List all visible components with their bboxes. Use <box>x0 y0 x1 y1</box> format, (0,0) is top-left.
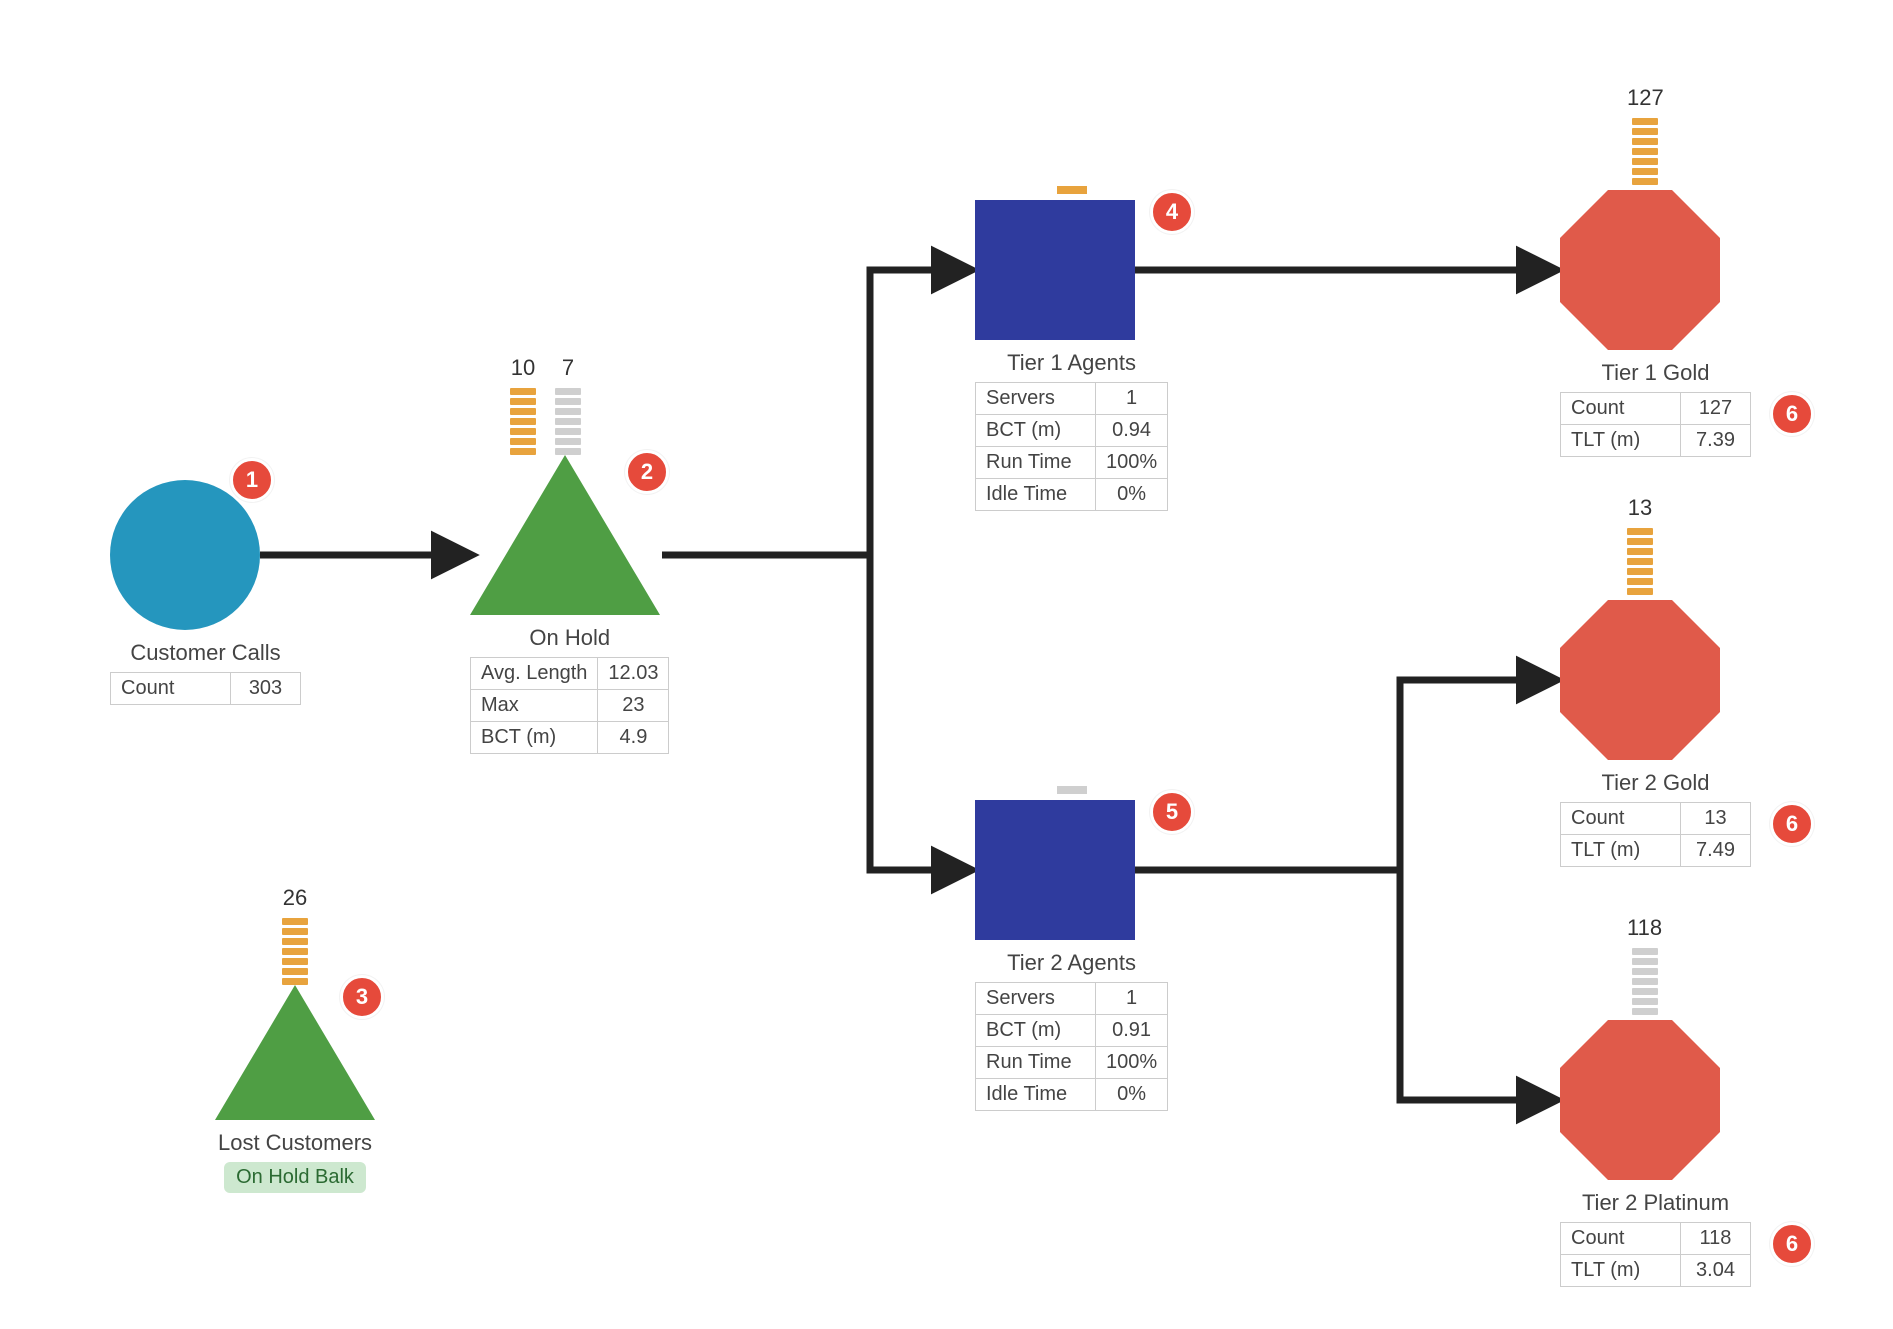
queue-stack-grey: 7 <box>555 355 581 455</box>
node-tier2-gold[interactable]: Tier 2 Gold Count13 TLT (m)7.49 <box>1560 600 1751 867</box>
chip-icon <box>1057 786 1087 794</box>
node-tier1-gold[interactable]: Tier 1 Gold Count127 TLT (m)7.39 <box>1560 190 1751 457</box>
node-tier2-platinum[interactable]: Tier 2 Platinum Count118 TLT (m)3.04 <box>1560 1020 1751 1287</box>
output-stack: 127 <box>1627 85 1664 185</box>
node-customer-calls[interactable]: Customer Calls Count 303 <box>110 480 301 705</box>
output-stack: 118 <box>1627 915 1662 1015</box>
simulation-diagram: Customer Calls Count 303 1 On Hold Avg. … <box>0 0 1893 1329</box>
node-title: On Hold <box>470 625 669 651</box>
node-title: Lost Customers <box>215 1130 375 1156</box>
callout-badge: 4 <box>1150 190 1194 234</box>
stats-table: Count118 TLT (m)3.04 <box>1560 1222 1751 1287</box>
stats-table: Avg. Length12.03 Max23 BCT (m)4.9 <box>470 657 669 754</box>
callout-badge: 6 <box>1770 802 1814 846</box>
callout-badge: 2 <box>625 450 669 494</box>
node-title: Tier 2 Gold <box>1560 770 1751 796</box>
sink-icon <box>1560 190 1720 350</box>
source-icon <box>110 480 260 630</box>
callout-badge: 6 <box>1770 392 1814 436</box>
node-title: Tier 2 Platinum <box>1560 1190 1751 1216</box>
stats-table: Servers1 BCT (m)0.91 Run Time100% Idle T… <box>975 982 1168 1111</box>
stats-table: Count13 TLT (m)7.49 <box>1560 802 1751 867</box>
callout-badge: 6 <box>1770 1222 1814 1266</box>
activity-icon <box>975 200 1135 340</box>
callout-badge: 5 <box>1150 790 1194 834</box>
queue-stack-gold: 10 <box>510 355 536 455</box>
chip-icon <box>1057 186 1087 194</box>
callout-badge: 3 <box>340 975 384 1019</box>
node-title: Tier 2 Agents <box>975 950 1168 976</box>
node-tier1-agents[interactable]: Tier 1 Agents Servers1 BCT (m)0.94 Run T… <box>975 200 1168 511</box>
output-stack: 13 <box>1627 495 1653 595</box>
stats-table: Count 303 <box>110 672 301 705</box>
stats-table: Count127 TLT (m)7.39 <box>1560 392 1751 457</box>
node-title: Tier 1 Agents <box>975 350 1168 376</box>
node-title: Tier 1 Gold <box>1560 360 1751 386</box>
stats-table: Servers1 BCT (m)0.94 Run Time100% Idle T… <box>975 382 1168 511</box>
sink-icon <box>1560 600 1720 760</box>
sink-icon <box>1560 1020 1720 1180</box>
queue-stack-gold: 26 <box>282 885 308 985</box>
callout-badge: 1 <box>230 458 274 502</box>
activity-icon <box>975 800 1135 940</box>
balk-pill: On Hold Balk <box>224 1162 366 1193</box>
node-title: Customer Calls <box>110 640 301 666</box>
node-on-hold[interactable]: On Hold Avg. Length12.03 Max23 BCT (m)4.… <box>470 455 669 754</box>
node-tier2-agents[interactable]: Tier 2 Agents Servers1 BCT (m)0.91 Run T… <box>975 800 1168 1111</box>
